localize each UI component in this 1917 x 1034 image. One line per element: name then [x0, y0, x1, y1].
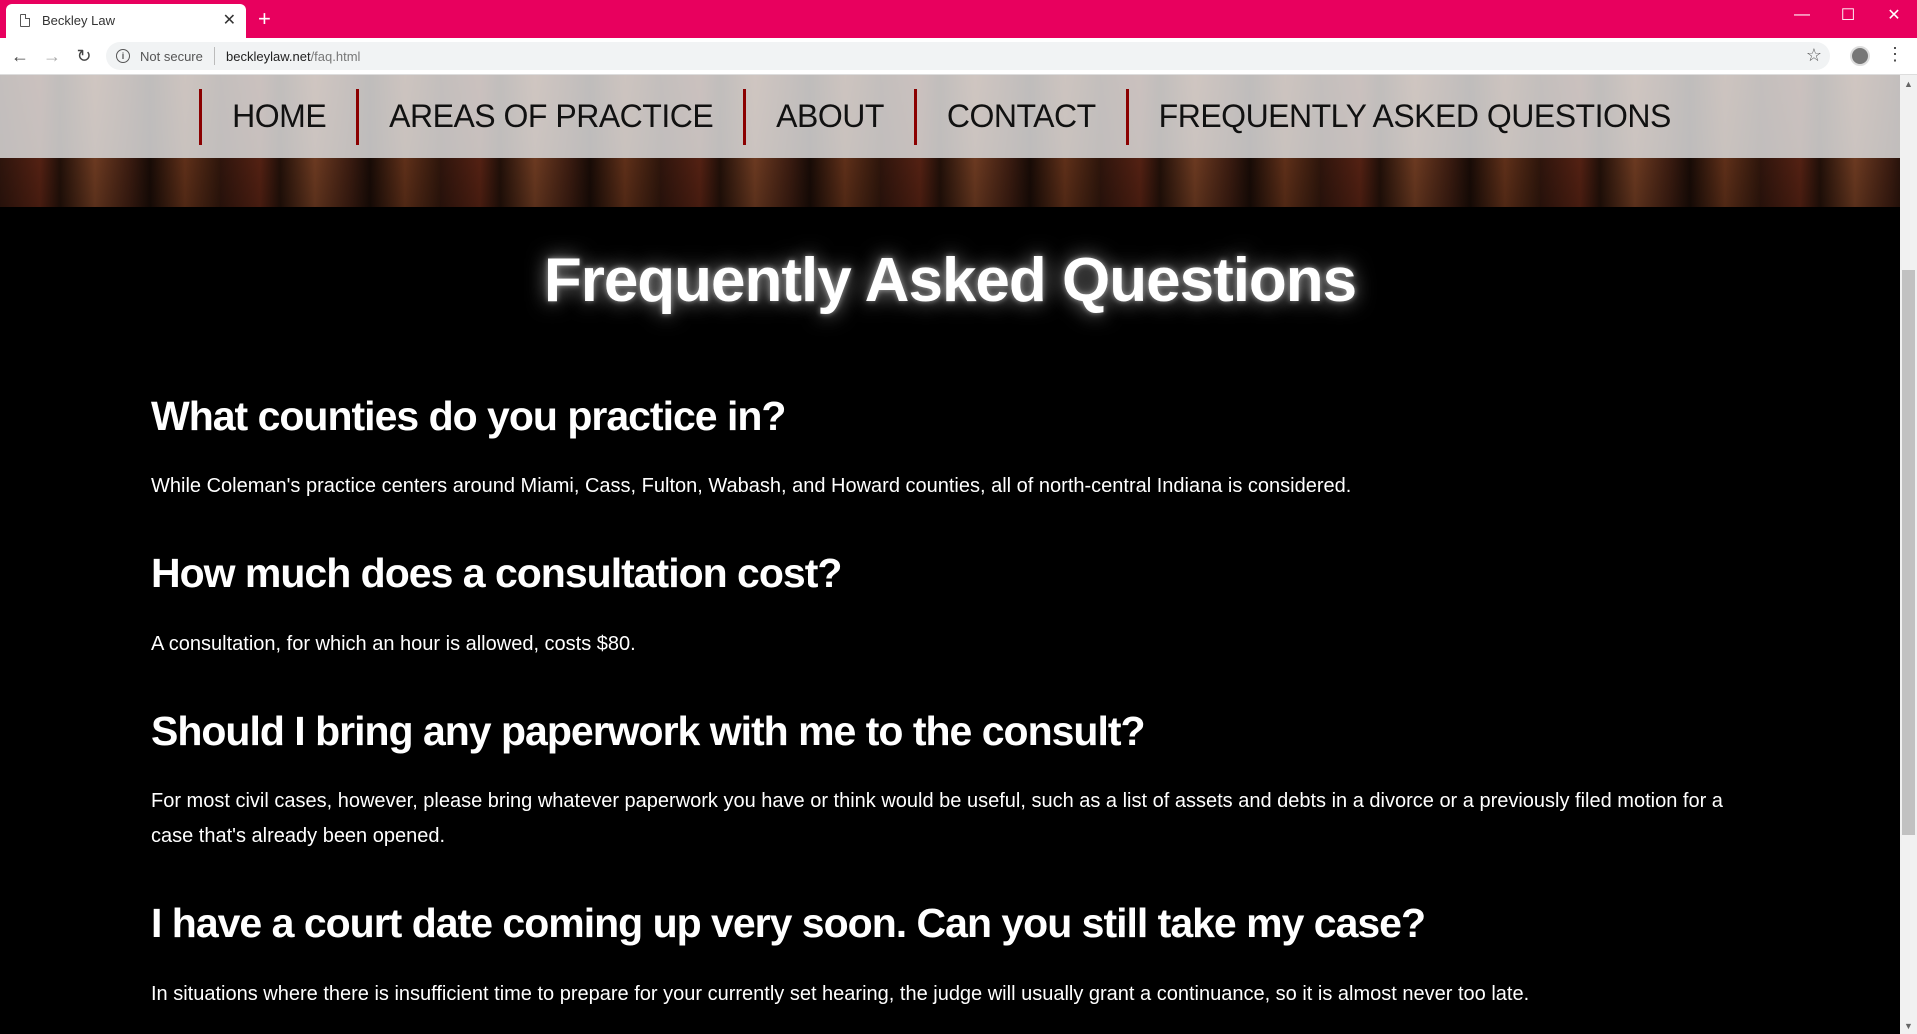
close-window-button[interactable]: ✕: [1871, 0, 1917, 30]
nav-home[interactable]: HOME: [199, 88, 356, 145]
forward-icon[interactable]: →: [40, 44, 64, 68]
page-title: Frequently Asked Questions: [543, 246, 1357, 315]
nav-about[interactable]: ABOUT: [743, 88, 914, 145]
info-icon[interactable]: i: [116, 49, 130, 63]
minimize-button[interactable]: —: [1779, 0, 1825, 30]
window-controls: — ☐ ✕: [1779, 0, 1917, 30]
nav-faq[interactable]: FREQUENTLY ASKED QUESTIONS: [1125, 88, 1701, 145]
tab-close-icon[interactable]: ✕: [223, 10, 236, 30]
scroll-down-arrow-icon[interactable]: ▼: [1900, 1017, 1917, 1034]
new-tab-button[interactable]: +: [258, 6, 271, 32]
faq-answer: For most civil cases, however, please br…: [151, 790, 1723, 847]
page-viewport: HOME AREAS OF PRACTICE ABOUT CONTACT FRE…: [0, 75, 1900, 1034]
faq-answer: A consultation, for which an hour is all…: [151, 633, 636, 655]
faq-question: Should I bring any paperwork with me to …: [151, 708, 1146, 754]
not-secure-label[interactable]: Not secure: [140, 49, 203, 64]
scroll-thumb[interactable]: [1902, 270, 1915, 835]
tab-title: Beckley Law: [42, 13, 115, 28]
nav-contact[interactable]: CONTACT: [913, 88, 1126, 145]
faq-answer: While Coleman's practice centers around …: [151, 475, 1352, 497]
site-navigation: HOME AREAS OF PRACTICE ABOUT CONTACT FRE…: [0, 75, 1900, 158]
page-scrollbar[interactable]: ▲ ▼: [1900, 75, 1917, 1034]
bookmark-star-icon[interactable]: ☆: [1806, 45, 1822, 66]
faq-question: How much does a consultation cost?: [151, 550, 842, 596]
faq-question: What counties do you practice in?: [151, 393, 786, 439]
browser-toolbar: ← → ↻ i Not secure beckleylaw.net/faq.ht…: [0, 38, 1917, 75]
url-path: /faq.html: [310, 49, 361, 64]
back-icon[interactable]: ←: [8, 44, 32, 68]
faq-answer: In situations where there is insufficien…: [151, 983, 1530, 1005]
browser-titlebar: Beckley Law ✕ + — ☐ ✕: [0, 0, 1917, 38]
address-bar[interactable]: i Not secure beckleylaw.net/faq.html ☆: [106, 42, 1830, 70]
document-icon: [20, 14, 30, 27]
reload-icon[interactable]: ↻: [72, 44, 96, 68]
scroll-up-arrow-icon[interactable]: ▲: [1900, 75, 1917, 92]
url-text[interactable]: beckleylaw.net/faq.html: [226, 49, 360, 64]
address-divider: [214, 47, 215, 65]
maximize-button[interactable]: ☐: [1825, 0, 1871, 30]
nav-areas-of-practice[interactable]: AREAS OF PRACTICE: [356, 88, 743, 145]
browser-menu-icon[interactable]: ⋮: [1886, 44, 1904, 65]
browser-tab[interactable]: Beckley Law ✕: [6, 4, 246, 38]
profile-avatar[interactable]: [1850, 46, 1870, 66]
faq-question: I have a court date coming up very soon.…: [151, 900, 1426, 946]
url-host: beckleylaw.net: [226, 49, 311, 64]
